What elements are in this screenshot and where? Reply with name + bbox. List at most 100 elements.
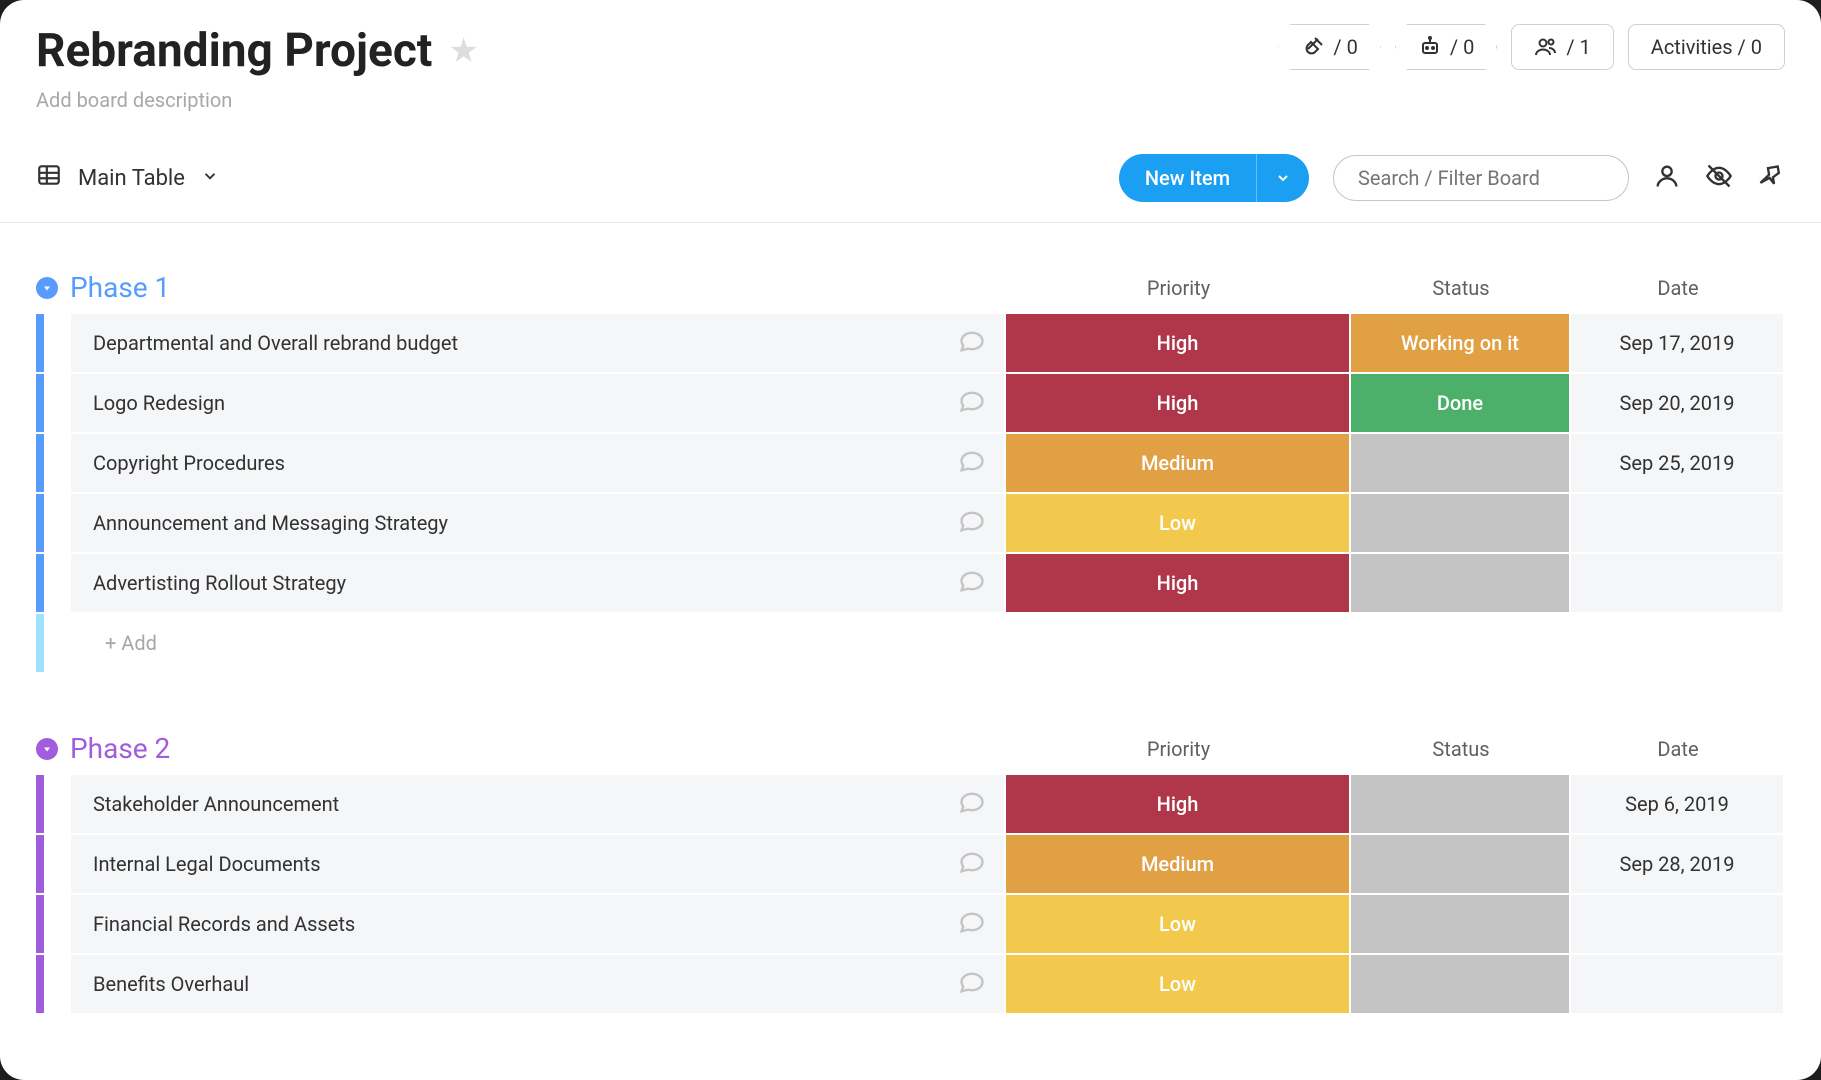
chat-icon[interactable] xyxy=(958,387,986,420)
board-app: Rebranding Project ★ Add board descripti… xyxy=(0,0,1821,1080)
integrations-button[interactable]: / 0 xyxy=(1278,24,1380,70)
date-cell[interactable]: Sep 17, 2019 xyxy=(1571,314,1785,372)
column-header-date[interactable]: Date xyxy=(1571,737,1785,761)
robot-icon xyxy=(1418,35,1442,59)
group-title[interactable]: Phase 2 xyxy=(70,732,170,765)
item-name: Stakeholder Announcement xyxy=(93,792,339,816)
group-title[interactable]: Phase 1 xyxy=(70,271,170,304)
item-name-cell[interactable]: Logo Redesign xyxy=(71,374,1006,432)
chat-icon[interactable] xyxy=(958,968,986,1001)
column-header-status[interactable]: Status xyxy=(1351,737,1571,761)
date-cell[interactable]: Sep 28, 2019 xyxy=(1571,835,1785,893)
search-input[interactable] xyxy=(1333,155,1629,201)
row-color-bar xyxy=(36,314,44,372)
item-name-cell[interactable]: Stakeholder Announcement xyxy=(71,775,1006,833)
column-header-date[interactable]: Date xyxy=(1571,276,1785,300)
board-title[interactable]: Rebranding Project xyxy=(36,24,432,78)
person-filter-button[interactable] xyxy=(1653,162,1681,194)
priority-cell[interactable]: High xyxy=(1006,554,1351,612)
people-icon xyxy=(1534,35,1558,59)
board-toolbar: Main Table New Item xyxy=(36,154,1785,222)
priority-cell[interactable]: Low xyxy=(1006,955,1351,1013)
row-color-bar xyxy=(36,614,44,672)
status-cell[interactable]: Working on it xyxy=(1351,314,1571,372)
members-button[interactable]: / 1 xyxy=(1511,24,1613,70)
table-row: Financial Records and Assets Low xyxy=(36,895,1785,953)
row-color-bar xyxy=(36,835,44,893)
collapse-toggle[interactable] xyxy=(36,277,58,299)
members-count: / 1 xyxy=(1566,35,1590,59)
status-cell[interactable] xyxy=(1351,835,1571,893)
collapse-toggle[interactable] xyxy=(36,738,58,760)
column-header-status[interactable]: Status xyxy=(1351,276,1571,300)
row-color-bar xyxy=(36,374,44,432)
priority-cell[interactable]: High xyxy=(1006,775,1351,833)
item-name-cell[interactable]: Departmental and Overall rebrand budget xyxy=(71,314,1006,372)
status-cell[interactable] xyxy=(1351,494,1571,552)
item-name: Internal Legal Documents xyxy=(93,852,321,876)
priority-cell[interactable]: High xyxy=(1006,314,1351,372)
row-color-bar xyxy=(36,895,44,953)
activities-button[interactable]: Activities / 0 xyxy=(1628,24,1785,70)
date-cell[interactable]: Sep 25, 2019 xyxy=(1571,434,1785,492)
automations-button[interactable]: / 0 xyxy=(1395,24,1497,70)
item-name: Financial Records and Assets xyxy=(93,912,355,936)
priority-cell[interactable]: Medium xyxy=(1006,434,1351,492)
item-name-cell[interactable]: Benefits Overhaul xyxy=(71,955,1006,1013)
status-cell[interactable] xyxy=(1351,434,1571,492)
add-item-row[interactable]: + Add xyxy=(36,614,1785,672)
column-header-priority[interactable]: Priority xyxy=(1006,737,1351,761)
item-name-cell[interactable]: Announcement and Messaging Strategy xyxy=(71,494,1006,552)
group: Phase 1 PriorityStatusDate Departmental an… xyxy=(36,271,1785,672)
chat-icon[interactable] xyxy=(958,908,986,941)
group: Phase 2 PriorityStatusDate Stakeholder Ann… xyxy=(36,732,1785,1013)
table-row: Departmental and Overall rebrand budgetH… xyxy=(36,314,1785,372)
item-name-cell[interactable]: Internal Legal Documents xyxy=(71,835,1006,893)
item-name: Benefits Overhaul xyxy=(93,972,249,996)
group-header: Phase 2 PriorityStatusDate xyxy=(36,732,1785,775)
view-switcher[interactable]: Main Table xyxy=(36,162,219,194)
chat-icon[interactable] xyxy=(958,788,986,821)
chat-icon[interactable] xyxy=(958,507,986,540)
row-color-bar xyxy=(36,434,44,492)
date-cell[interactable] xyxy=(1571,554,1785,612)
new-item-split-button: New Item xyxy=(1119,154,1309,202)
date-cell[interactable] xyxy=(1571,955,1785,1013)
item-name-cell[interactable]: Copyright Procedures xyxy=(71,434,1006,492)
pin-button[interactable] xyxy=(1757,162,1785,194)
chat-icon[interactable] xyxy=(958,848,986,881)
new-item-dropdown[interactable] xyxy=(1256,154,1309,202)
status-cell[interactable] xyxy=(1351,775,1571,833)
item-name-cell[interactable]: Financial Records and Assets xyxy=(71,895,1006,953)
chevron-down-icon xyxy=(201,166,219,191)
column-header-priority[interactable]: Priority xyxy=(1006,276,1351,300)
date-cell[interactable] xyxy=(1571,494,1785,552)
chat-icon[interactable] xyxy=(958,567,986,600)
status-cell[interactable]: Done xyxy=(1351,374,1571,432)
board-description[interactable]: Add board description xyxy=(36,88,479,112)
status-cell[interactable] xyxy=(1351,554,1571,612)
plug-icon xyxy=(1301,35,1325,59)
table-row: Benefits Overhaul Low xyxy=(36,955,1785,1013)
item-name-cell[interactable]: Advertisting Rollout Strategy xyxy=(71,554,1006,612)
priority-cell[interactable]: Low xyxy=(1006,494,1351,552)
item-name: Announcement and Messaging Strategy xyxy=(93,511,448,535)
date-cell[interactable]: Sep 20, 2019 xyxy=(1571,374,1785,432)
priority-cell[interactable]: High xyxy=(1006,374,1351,432)
status-cell[interactable] xyxy=(1351,895,1571,953)
status-cell[interactable] xyxy=(1351,955,1571,1013)
date-cell[interactable] xyxy=(1571,895,1785,953)
priority-cell[interactable]: Low xyxy=(1006,895,1351,953)
priority-cell[interactable]: Medium xyxy=(1006,835,1351,893)
item-name: Copyright Procedures xyxy=(93,451,285,475)
star-icon[interactable]: ★ xyxy=(448,31,478,71)
row-color-bar xyxy=(36,775,44,833)
date-cell[interactable]: Sep 6, 2019 xyxy=(1571,775,1785,833)
row-color-bar xyxy=(36,955,44,1013)
current-view-label: Main Table xyxy=(78,166,185,191)
chat-icon[interactable] xyxy=(958,327,986,360)
add-item-cell[interactable]: + Add xyxy=(71,614,1006,672)
new-item-button[interactable]: New Item xyxy=(1119,154,1256,202)
chat-icon[interactable] xyxy=(958,447,986,480)
hide-columns-button[interactable] xyxy=(1705,162,1733,194)
